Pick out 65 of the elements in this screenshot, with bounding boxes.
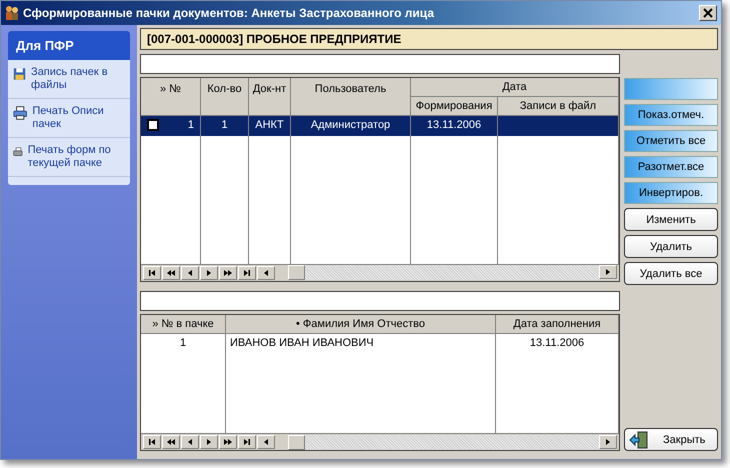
column-header[interactable]: • Фамилия Имя Отчество xyxy=(226,314,496,334)
table-cell: 13.11.2006 xyxy=(411,116,498,136)
first-record-button[interactable] xyxy=(143,266,161,280)
column-group-header: Дата xyxy=(411,78,619,97)
action-button[interactable]: Удалить xyxy=(624,235,718,258)
scroll-left-button[interactable] xyxy=(257,435,275,449)
column-header[interactable]: Формирования xyxy=(411,96,498,116)
task-link[interactable]: Печать форм по текущей пачке xyxy=(28,144,125,170)
action-button[interactable]: Удалить все xyxy=(624,262,718,285)
scroll-right-button[interactable] xyxy=(599,265,617,280)
scroll-thumb[interactable] xyxy=(288,265,305,280)
action-button[interactable]: Изменить xyxy=(624,208,718,231)
double-left-icon xyxy=(166,268,176,278)
mark-button[interactable]: Разотмет.все xyxy=(624,156,718,178)
task-link[interactable]: Печать Описи пачек xyxy=(32,105,125,131)
previous-record-button[interactable] xyxy=(181,266,199,280)
company-header: [007-001-000003] ПРОБНОЕ ПРЕДПРИЯТИЕ xyxy=(140,28,718,50)
double-right-icon xyxy=(223,268,233,278)
filter-field[interactable] xyxy=(140,290,620,311)
close-button[interactable] xyxy=(699,5,717,21)
skip-end-icon xyxy=(242,437,252,447)
double-right-icon xyxy=(223,437,233,447)
scroll-left-button[interactable] xyxy=(257,266,275,280)
next-page-button[interactable] xyxy=(219,435,237,449)
first-record-button[interactable] xyxy=(143,435,161,449)
scroll-thumb[interactable] xyxy=(288,434,305,450)
column-header[interactable]: Кол-во xyxy=(201,78,249,116)
door-exit-icon xyxy=(629,430,649,448)
next-record-button[interactable] xyxy=(200,435,218,449)
scroll-right-button[interactable] xyxy=(599,434,617,448)
last-record-button[interactable] xyxy=(238,435,256,449)
horizontal-scrollbar[interactable] xyxy=(288,265,617,280)
mark-button[interactable]: Инвертиров. xyxy=(624,182,718,204)
column-header[interactable]: » № в пачке xyxy=(141,314,226,334)
next-record-button[interactable] xyxy=(200,266,218,280)
column-header[interactable]: Дата заполнения xyxy=(496,314,619,334)
column-header[interactable]: Записи в файл xyxy=(498,96,619,116)
filter-field[interactable] xyxy=(140,54,620,74)
previous-record-button[interactable] xyxy=(181,435,199,449)
window-title: Сформированные пачки документов: Анкеты Застрахованного лица xyxy=(23,6,436,20)
horizontal-scrollbar[interactable] xyxy=(288,434,617,450)
skip-start-icon xyxy=(147,437,157,447)
column-header[interactable]: Док-нт xyxy=(249,78,291,116)
row-number: 1 xyxy=(188,118,194,133)
previous-page-button[interactable] xyxy=(162,435,180,449)
skip-start-icon xyxy=(147,268,157,278)
skip-end-icon xyxy=(242,268,252,278)
mark-button[interactable]: Показ.отмеч. xyxy=(624,104,718,126)
panel-title: Для ПФР xyxy=(8,31,130,60)
table-cell: 1 xyxy=(201,116,249,136)
floppy-icon xyxy=(13,66,26,82)
previous-page-button[interactable] xyxy=(162,266,180,280)
column-header[interactable]: » № xyxy=(141,78,201,116)
mark-button[interactable]: Отметить все xyxy=(624,130,718,152)
last-record-button[interactable] xyxy=(238,266,256,280)
people-icon xyxy=(5,5,19,21)
close-window-button[interactable]: Закрыть xyxy=(624,428,718,451)
column-header[interactable]: Пользователь xyxy=(291,78,411,116)
double-left-icon xyxy=(166,437,176,447)
printer-icon xyxy=(13,105,28,121)
table-cell: АНКТ xyxy=(249,116,291,136)
table-cell: Администратор xyxy=(291,116,411,136)
task-link[interactable]: Запись пачек в файлы xyxy=(31,66,125,92)
row-checkbox[interactable] xyxy=(147,118,159,131)
next-page-button[interactable] xyxy=(219,266,237,280)
